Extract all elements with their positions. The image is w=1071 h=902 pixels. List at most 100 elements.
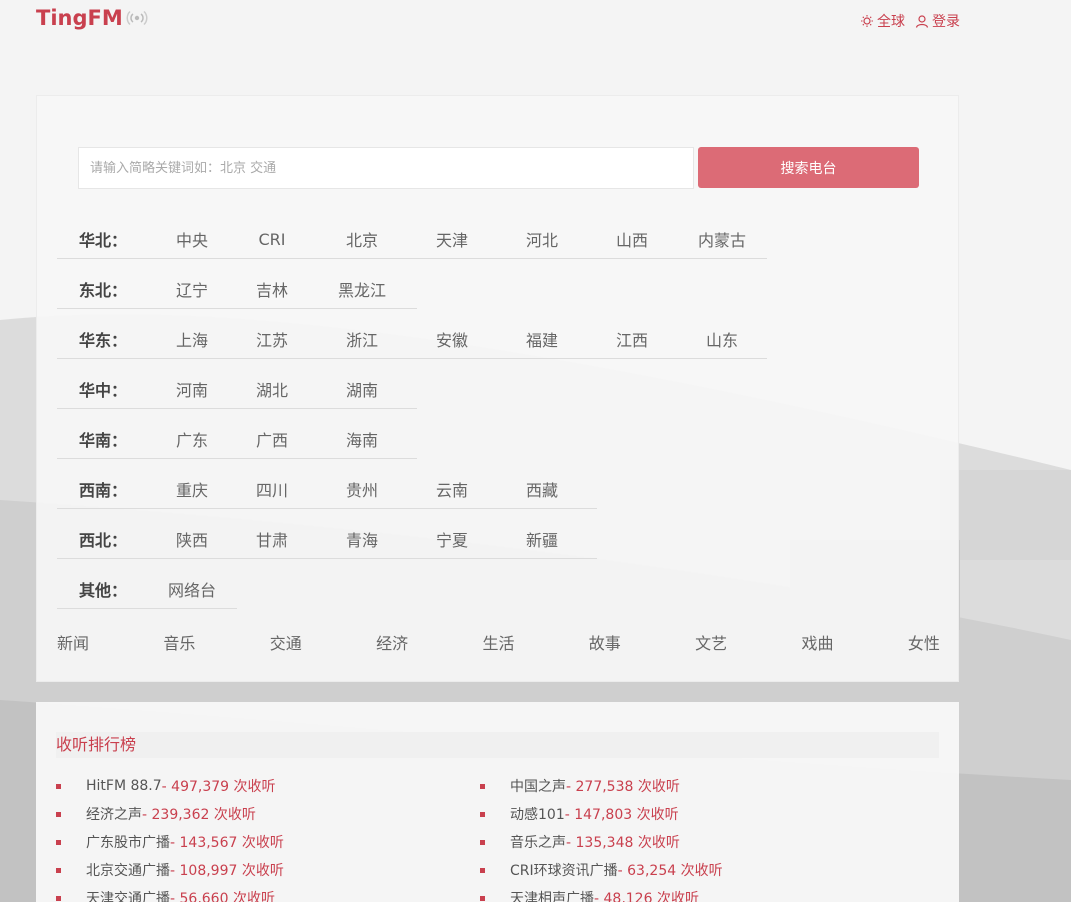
province-link[interactable]: 辽宁 <box>157 277 227 301</box>
bullet-icon <box>480 895 485 901</box>
province-link[interactable]: 河北 <box>497 227 587 251</box>
list-item[interactable]: 经济之声 - 239,362 次收听 <box>56 800 284 828</box>
region-name: 西南： <box>79 481 128 500</box>
login-link-label: 登录 <box>932 14 960 30</box>
listen-count: - 48,126 次收听 <box>594 891 699 902</box>
ranking-list-right: 中国之声 - 277,538 次收听 动感101 - 147,803 次收听 音… <box>480 772 723 902</box>
logo-text: TingFM <box>36 6 123 30</box>
station-name[interactable]: CRI环球资讯广播 <box>510 860 618 880</box>
province-link[interactable]: 福建 <box>497 327 587 351</box>
list-item[interactable]: 北京交通广播 - 108,997 次收听 <box>56 856 284 884</box>
list-item[interactable]: HitFM 88.7 - 497,379 次收听 <box>56 772 284 800</box>
region-row-huadong: 华东： 上海 江苏 浙江 安徽 福建 江西 山东 <box>57 320 767 359</box>
province-link[interactable]: 山西 <box>587 227 677 251</box>
region-row-xibei: 西北： 陕西 甘肃 青海 宁夏 新疆 <box>57 520 597 559</box>
province-link[interactable]: 重庆 <box>157 477 227 501</box>
province-link[interactable]: 安徽 <box>407 327 497 351</box>
list-item[interactable]: CRI环球资讯广播 - 63,254 次收听 <box>480 856 723 884</box>
province-link[interactable]: 四川 <box>227 477 317 501</box>
list-item[interactable]: 广东股市广播 - 143,567 次收听 <box>56 828 284 856</box>
province-link[interactable]: 吉林 <box>227 277 317 301</box>
listen-count: - 135,348 次收听 <box>566 835 680 851</box>
province-link[interactable]: 广西 <box>227 427 317 451</box>
station-name[interactable]: 中国之声 <box>510 776 566 796</box>
region-row-huazhong: 华中： 河南 湖北 湖南 <box>57 370 417 409</box>
province-link[interactable]: 广东 <box>157 427 227 451</box>
login-link[interactable]: 登录 <box>915 11 960 31</box>
province-link[interactable]: 云南 <box>407 477 497 501</box>
bullet-icon <box>480 839 485 845</box>
listen-count: - 108,997 次收听 <box>170 863 284 879</box>
station-name[interactable]: 经济之声 <box>86 804 142 824</box>
bullet-icon <box>56 811 61 817</box>
category-link[interactable]: 新闻 <box>57 630 89 654</box>
global-link[interactable]: 全球 <box>860 11 905 31</box>
province-link[interactable]: 内蒙古 <box>677 227 767 251</box>
logo[interactable]: TingFM <box>36 6 148 30</box>
list-item[interactable]: 天津相声广播 - 48,126 次收听 <box>480 884 723 902</box>
bullet-icon <box>56 783 61 789</box>
province-link[interactable]: 黑龙江 <box>317 277 407 301</box>
category-link[interactable]: 经济 <box>376 630 408 654</box>
station-name[interactable]: 广东股市广播 <box>86 832 170 852</box>
listen-count: - 143,567 次收听 <box>170 835 284 851</box>
radio-wave-icon <box>126 10 148 26</box>
province-link[interactable]: 陕西 <box>157 527 227 551</box>
province-link[interactable]: 山东 <box>677 327 767 351</box>
category-link[interactable]: 音乐 <box>163 630 195 654</box>
province-link[interactable]: 浙江 <box>317 327 407 351</box>
bullet-icon <box>56 839 61 845</box>
listen-count: - 497,379 次收听 <box>161 779 276 795</box>
province-link[interactable]: 新疆 <box>497 527 587 551</box>
region-row-huabei: 华北： 中央 CRI 北京 天津 河北 山西 内蒙古 <box>57 220 767 259</box>
province-link[interactable]: 江苏 <box>227 327 317 351</box>
province-link[interactable]: 网络台 <box>157 577 227 601</box>
search-button[interactable]: 搜索电台 <box>698 147 919 188</box>
category-link[interactable]: 女性 <box>908 630 940 654</box>
station-name[interactable]: 天津交通广播 <box>86 888 170 902</box>
region-list: 华北： 中央 CRI 北京 天津 河北 山西 内蒙古 东北： 辽宁 吉林 黑龙江… <box>57 220 767 620</box>
station-name[interactable]: HitFM 88.7 <box>86 778 162 794</box>
list-item[interactable]: 动感101 - 147,803 次收听 <box>480 800 723 828</box>
station-name[interactable]: 动感101 <box>510 804 565 824</box>
province-link[interactable]: 青海 <box>317 527 407 551</box>
province-link[interactable]: 湖北 <box>227 377 317 401</box>
top-header: TingFM 全球 登录 <box>0 0 1071 40</box>
station-name[interactable]: 北京交通广播 <box>86 860 170 880</box>
province-link[interactable]: 北京 <box>317 227 407 251</box>
province-link[interactable]: 宁夏 <box>407 527 497 551</box>
global-link-label: 全球 <box>877 14 905 30</box>
region-name: 华北： <box>79 231 128 250</box>
station-name[interactable]: 音乐之声 <box>510 832 566 852</box>
province-link[interactable]: 西藏 <box>497 477 587 501</box>
user-icon <box>915 15 929 28</box>
region-name: 其他： <box>79 581 128 600</box>
ranking-panel: 收听排行榜 HitFM 88.7 - 497,379 次收听 经济之声 - 23… <box>36 702 959 902</box>
province-link[interactable]: 天津 <box>407 227 497 251</box>
category-link[interactable]: 生活 <box>482 630 514 654</box>
station-name[interactable]: 天津相声广播 <box>510 888 594 902</box>
province-link[interactable]: 湖南 <box>317 377 407 401</box>
list-item[interactable]: 中国之声 - 277,538 次收听 <box>480 772 723 800</box>
province-link[interactable]: 贵州 <box>317 477 407 501</box>
list-item[interactable]: 天津交通广播 - 56,660 次收听 <box>56 884 284 902</box>
province-link[interactable]: 海南 <box>317 427 407 451</box>
category-link[interactable]: 文艺 <box>695 630 727 654</box>
province-link[interactable]: 甘肃 <box>227 527 317 551</box>
listen-count: - 277,538 次收听 <box>566 779 680 795</box>
category-link[interactable]: 交通 <box>270 630 302 654</box>
province-link[interactable]: 上海 <box>157 327 227 351</box>
category-link[interactable]: 故事 <box>589 630 621 654</box>
bullet-icon <box>56 867 61 873</box>
province-link[interactable]: 河南 <box>157 377 227 401</box>
region-row-xinan: 西南： 重庆 四川 贵州 云南 西藏 <box>57 470 597 509</box>
province-link[interactable]: CRI <box>227 230 317 249</box>
listen-count: - 147,803 次收听 <box>564 807 679 823</box>
region-row-dongbei: 东北： 辽宁 吉林 黑龙江 <box>57 270 417 309</box>
list-item[interactable]: 音乐之声 - 135,348 次收听 <box>480 828 723 856</box>
search-input[interactable] <box>78 147 694 189</box>
province-link[interactable]: 中央 <box>157 227 227 251</box>
listen-count: - 239,362 次收听 <box>142 807 256 823</box>
province-link[interactable]: 江西 <box>587 327 677 351</box>
category-link[interactable]: 戏曲 <box>802 630 834 654</box>
